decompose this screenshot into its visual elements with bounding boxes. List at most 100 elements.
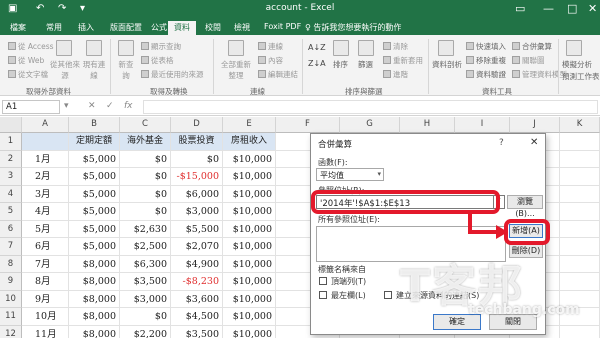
remove-duplicates-button[interactable]: 移除重複: [466, 55, 506, 66]
column-header[interactable]: H: [400, 117, 455, 133]
table-cell[interactable]: $4,900: [171, 255, 223, 273]
table-cell[interactable]: [560, 255, 600, 273]
top-row-checkbox[interactable]: [319, 277, 327, 285]
table-cell[interactable]: 5月: [22, 220, 69, 238]
row-header[interactable]: 7: [0, 238, 22, 256]
column-header[interactable]: D: [171, 117, 223, 133]
column-header[interactable]: J: [510, 117, 560, 133]
table-cell[interactable]: $8,000: [69, 255, 120, 273]
table-cell[interactable]: $10,000: [223, 203, 276, 221]
column-header[interactable]: E: [223, 117, 276, 133]
name-box[interactable]: A1: [2, 100, 60, 114]
recent-sources-button[interactable]: 最近使用的來源: [141, 69, 204, 80]
tab-view[interactable]: 檢視: [228, 21, 256, 35]
table-cell[interactable]: $8,000: [69, 273, 120, 291]
table-cell[interactable]: $0: [120, 150, 171, 168]
table-cell[interactable]: $0: [120, 185, 171, 203]
minimize-icon[interactable]: —: [543, 2, 554, 15]
row-header[interactable]: 2: [0, 150, 22, 168]
other-sources-button[interactable]: 從其他來源: [50, 59, 80, 81]
table-cell[interactable]: $5,000: [69, 220, 120, 238]
row-header[interactable]: 6: [0, 220, 22, 238]
table-cell[interactable]: 7月: [22, 255, 69, 273]
filter-button[interactable]: 篩選: [358, 59, 373, 70]
table-cell[interactable]: $3,500: [171, 325, 223, 338]
from-text-button[interactable]: 從文字檔: [8, 69, 48, 80]
table-cell[interactable]: $10,000: [223, 168, 276, 186]
select-all-corner[interactable]: [0, 117, 22, 133]
column-header[interactable]: I: [455, 117, 510, 133]
table-cell[interactable]: $5,000: [69, 238, 120, 256]
table-cell[interactable]: $10,000: [223, 220, 276, 238]
enter-icon[interactable]: ✓: [106, 101, 114, 111]
table-cell[interactable]: 2月: [22, 168, 69, 186]
row-header[interactable]: 12: [0, 325, 22, 338]
table-cell[interactable]: $2,500: [120, 238, 171, 256]
table-cell[interactable]: $3,600: [171, 290, 223, 308]
dialog-close-icon[interactable]: ✕: [530, 137, 538, 148]
table-cell[interactable]: -$8,230: [171, 273, 223, 291]
table-cell[interactable]: 6月: [22, 238, 69, 256]
relationships-button[interactable]: 關聯圖: [512, 55, 545, 66]
column-header[interactable]: C: [120, 117, 171, 133]
table-cell[interactable]: $5,000: [69, 185, 120, 203]
maximize-icon[interactable]: □: [567, 2, 577, 15]
row-header[interactable]: 11: [0, 308, 22, 326]
table-cell[interactable]: [560, 168, 600, 186]
table-cell[interactable]: $0: [120, 203, 171, 221]
table-cell[interactable]: [560, 150, 600, 168]
table-cell[interactable]: $6,300: [120, 255, 171, 273]
refresh-all-button[interactable]: 全部重新整理: [218, 59, 254, 81]
help-icon[interactable]: ?: [499, 138, 504, 148]
sort-az-icon[interactable]: A↓Z: [308, 43, 326, 52]
table-cell[interactable]: $0: [120, 168, 171, 186]
tab-home[interactable]: 常用: [40, 21, 68, 35]
table-cell[interactable]: $10,000: [223, 273, 276, 291]
row-header[interactable]: 1: [0, 133, 22, 151]
table-cell[interactable]: [560, 220, 600, 238]
existing-connections-button[interactable]: 現有連線: [82, 59, 106, 81]
column-header[interactable]: K: [560, 117, 600, 133]
table-cell[interactable]: $5,000: [69, 150, 120, 168]
table-cell[interactable]: 房租收入: [223, 133, 276, 151]
table-cell[interactable]: $10,000: [223, 150, 276, 168]
tab-file[interactable]: 檔案: [4, 21, 32, 35]
table-cell[interactable]: $4,500: [171, 308, 223, 326]
table-cell[interactable]: $10,000: [223, 308, 276, 326]
table-cell[interactable]: $0: [120, 308, 171, 326]
sort-za-icon[interactable]: Z↓A: [308, 59, 326, 68]
row-header[interactable]: 9: [0, 273, 22, 291]
table-cell[interactable]: [560, 238, 600, 256]
table-cell[interactable]: [560, 273, 600, 291]
table-cell[interactable]: 11月: [22, 325, 69, 338]
table-cell[interactable]: $8,000: [69, 308, 120, 326]
row-header[interactable]: 3: [0, 168, 22, 186]
tell-me-search[interactable]: ♀ 告訴我您想要執行的動作: [305, 22, 401, 33]
table-cell[interactable]: 定期定額: [69, 133, 120, 151]
clear-filter-button[interactable]: 清除: [383, 41, 408, 52]
table-cell[interactable]: $2,630: [120, 220, 171, 238]
table-cell[interactable]: 10月: [22, 308, 69, 326]
forecast-sheet-button[interactable]: 預測工作表: [562, 71, 600, 82]
table-cell[interactable]: 3月: [22, 185, 69, 203]
tab-insert[interactable]: 插入: [72, 21, 100, 35]
consolidate-button[interactable]: 合併彙算: [512, 41, 552, 52]
table-cell[interactable]: -$15,000: [171, 168, 223, 186]
table-cell[interactable]: $6,000: [171, 185, 223, 203]
edit-links-button[interactable]: 編輯連結: [258, 69, 298, 80]
table-cell[interactable]: $10,000: [223, 238, 276, 256]
table-cell[interactable]: $5,000: [69, 168, 120, 186]
table-cell[interactable]: 1月: [22, 150, 69, 168]
from-table-button[interactable]: 從表格: [141, 55, 174, 66]
table-cell[interactable]: $2,200: [120, 325, 171, 338]
table-cell[interactable]: 股票投資: [171, 133, 223, 151]
table-cell[interactable]: $10,000: [223, 325, 276, 338]
properties-button[interactable]: 內容: [258, 55, 283, 66]
table-cell[interactable]: 4月: [22, 203, 69, 221]
table-cell[interactable]: $5,500: [171, 220, 223, 238]
table-cell[interactable]: $8,000: [69, 290, 120, 308]
advanced-filter-button[interactable]: 進階: [383, 69, 408, 80]
table-cell[interactable]: $8,000: [69, 325, 120, 338]
table-cell[interactable]: 8月: [22, 273, 69, 291]
table-cell[interactable]: [560, 203, 600, 221]
